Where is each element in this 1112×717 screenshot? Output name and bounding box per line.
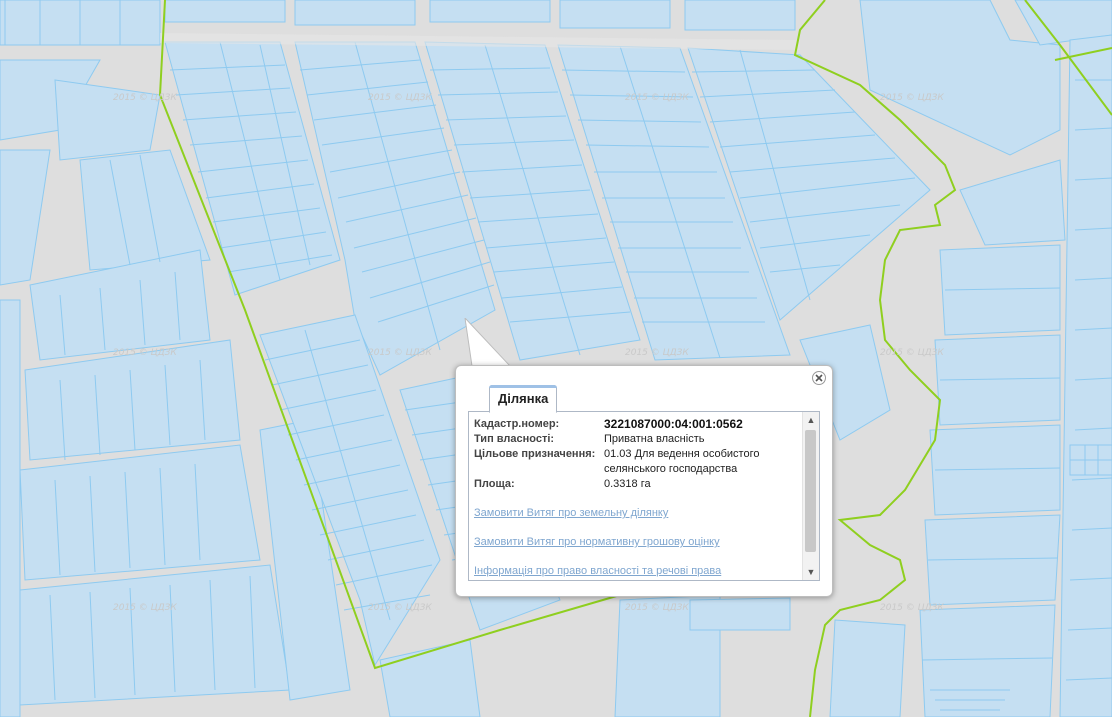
watermark: 2015 © ЦДЗК <box>113 93 177 103</box>
field-ownership-type: Тип власності: Приватна власність <box>474 432 799 447</box>
ownership-info-link[interactable]: Інформація про право власності та речові… <box>474 564 799 579</box>
field-label: Площа: <box>474 478 515 490</box>
tab-parcel[interactable]: Ділянка <box>489 385 558 413</box>
order-land-extract-link[interactable]: Замовити Витяг про земельну ділянку <box>474 506 799 521</box>
parcel-details-panel: Кадастр.номер: 3221087000:04:001:0562 Ти… <box>468 411 820 581</box>
watermark: 2015 © ЦДЗК <box>880 93 944 103</box>
field-value: 3221087000:04:001:0562 <box>604 417 743 431</box>
field-cadastral-number: Кадастр.номер: 3221087000:04:001:0562 <box>474 417 799 432</box>
watermark: 2015 © ЦДЗК <box>880 348 944 358</box>
scroll-down-icon[interactable]: ▼ <box>803 564 819 580</box>
parcel-details: Кадастр.номер: 3221087000:04:001:0562 Ти… <box>474 417 799 579</box>
scroll-up-icon[interactable]: ▲ <box>803 412 819 428</box>
order-valuation-extract-link[interactable]: Замовити Витяг про нормативну грошову оц… <box>474 535 799 550</box>
field-purpose: Цільове призначення: 01.03 Для ведення о… <box>474 447 799 477</box>
watermark: 2015 © ЦДЗК <box>113 603 177 613</box>
field-value: 01.03 Для ведення особистого селянського… <box>604 448 760 475</box>
watermark: 2015 © ЦДЗК <box>625 603 689 613</box>
scrollbar-thumb[interactable] <box>805 430 816 552</box>
field-label: Кадастр.номер: <box>474 418 560 430</box>
field-label: Тип власності: <box>474 433 555 445</box>
popup-pointer <box>464 318 512 367</box>
field-label: Цільове призначення: <box>474 448 596 460</box>
field-area: Площа: 0.3318 га <box>474 477 799 492</box>
cadastral-map[interactable]: 2015 © ЦДЗК 2015 © ЦДЗК 2015 © ЦДЗК 2015… <box>0 0 1112 717</box>
watermark: 2015 © ЦДЗК <box>625 93 689 103</box>
field-value: 0.3318 га <box>604 478 651 490</box>
parcel-info-popup: Ділянка Кадастр.номер: 3221087000:04:001… <box>455 365 833 597</box>
watermark: 2015 © ЦДЗК <box>368 93 432 103</box>
watermark: 2015 © ЦДЗК <box>625 348 689 358</box>
close-icon[interactable] <box>812 371 826 385</box>
watermark: 2015 © ЦДЗК <box>113 348 177 358</box>
scrollbar[interactable]: ▲ ▼ <box>802 412 819 580</box>
watermark: 2015 © ЦДЗК <box>368 603 432 613</box>
watermark: 2015 © ЦДЗК <box>368 348 432 358</box>
watermark: 2015 © ЦДЗК <box>880 603 944 613</box>
field-value: Приватна власність <box>604 433 705 445</box>
